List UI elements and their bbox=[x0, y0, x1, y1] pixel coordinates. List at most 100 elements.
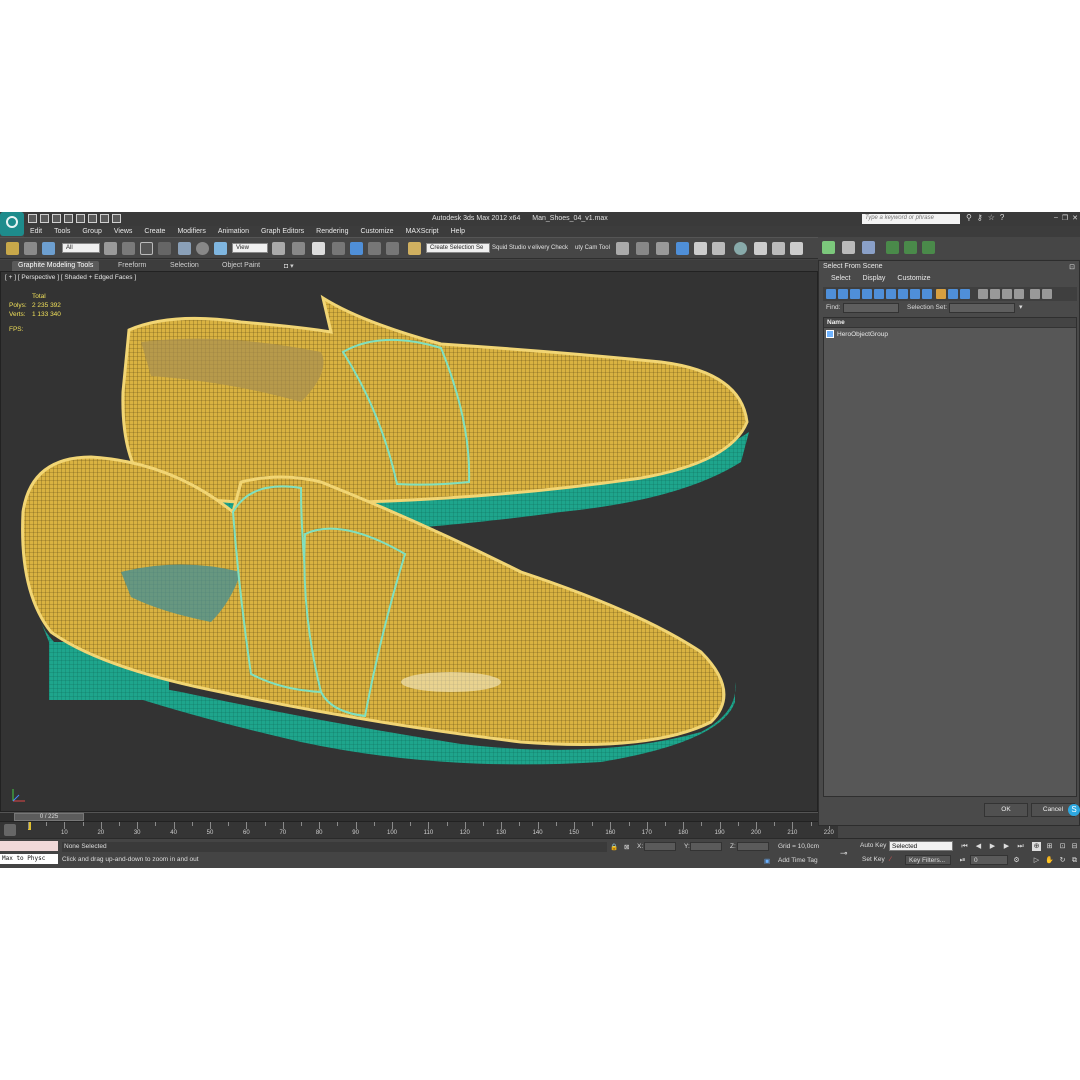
xref-icon[interactable] bbox=[862, 241, 875, 254]
time-config-icon[interactable]: ⚙ bbox=[1012, 856, 1021, 865]
display-cameras-icon[interactable] bbox=[862, 289, 872, 299]
menu-create[interactable]: Create bbox=[138, 226, 171, 237]
project-folder-icon[interactable] bbox=[88, 214, 97, 223]
ribbon-options-icon[interactable]: ◘ ▾ bbox=[278, 261, 300, 271]
filter-options-icon[interactable] bbox=[1042, 289, 1052, 299]
zoom-all-icon[interactable]: ⊞ bbox=[1045, 842, 1054, 851]
zoom-extents-all-icon[interactable]: ⊟ bbox=[1070, 842, 1079, 851]
reference-coordinate-dropdown[interactable]: View bbox=[232, 243, 268, 253]
trackbar[interactable]: 10 20 30 40 50 60 70 80 90 100 110 120 130 140 150 160 1… bbox=[0, 821, 848, 838]
z-coordinate-field[interactable] bbox=[737, 842, 769, 851]
menu-customize[interactable]: Customize bbox=[354, 226, 399, 237]
container-icon[interactable] bbox=[842, 241, 855, 254]
display-xrefs-icon[interactable] bbox=[910, 289, 920, 299]
go-to-end-icon[interactable]: ⏭ bbox=[1016, 842, 1025, 851]
sync-selection-icon[interactable] bbox=[1014, 289, 1024, 299]
time-tag-icon[interactable]: ▣ bbox=[764, 857, 770, 865]
mini-curve-editor-icon[interactable] bbox=[4, 824, 16, 836]
ok-button[interactable]: OK bbox=[984, 803, 1028, 817]
window-crossing-icon[interactable] bbox=[158, 242, 171, 255]
rotate-icon[interactable] bbox=[196, 242, 209, 255]
scale-icon[interactable] bbox=[214, 242, 227, 255]
scene-explorer-icon[interactable] bbox=[822, 241, 835, 254]
maxscript-listener-output[interactable] bbox=[0, 841, 58, 851]
absolute-mode-icon[interactable]: ⊠ bbox=[624, 843, 629, 851]
plugin-squid-label[interactable]: Squid Studio v bbox=[492, 245, 531, 251]
star-icon[interactable]: ☆ bbox=[988, 213, 995, 222]
align-icon[interactable] bbox=[636, 242, 649, 255]
display-helpers-icon[interactable] bbox=[874, 289, 884, 299]
menu-edit[interactable]: Edit bbox=[24, 226, 48, 237]
select-manipulate-icon[interactable] bbox=[292, 242, 305, 255]
filter-icon[interactable] bbox=[1030, 289, 1040, 299]
perspective-viewport[interactable]: [ + ] [ Perspective ] [ Shaded + Edged F… bbox=[0, 271, 818, 812]
zoom-extents-icon[interactable]: ⊡ bbox=[1058, 842, 1067, 851]
bind-space-warp-icon[interactable] bbox=[42, 242, 55, 255]
dialog-menu-customize[interactable]: Customize bbox=[891, 275, 936, 282]
viewport-label[interactable]: [ + ] [ Perspective ] [ Shaded + Edged F… bbox=[5, 274, 136, 281]
binoculars-icon[interactable]: ⚲ bbox=[966, 213, 972, 222]
app-logo-icon[interactable] bbox=[0, 212, 24, 236]
graphite-toggle-icon[interactable] bbox=[676, 242, 689, 255]
help-search-input[interactable]: Type a keyword or phrase bbox=[862, 214, 960, 224]
plugin-beauty-cam-label[interactable]: uty Cam Tool bbox=[575, 245, 610, 251]
display-invert-icon[interactable] bbox=[960, 289, 970, 299]
maxscript-listener-input[interactable]: Max to Physc bbox=[0, 854, 58, 864]
selection-set-chevron-icon[interactable]: ▾ bbox=[1019, 303, 1023, 311]
link-icon[interactable] bbox=[6, 242, 19, 255]
dialog-close-icon[interactable]: ⊡ bbox=[1069, 263, 1075, 271]
pan-icon[interactable]: ✋ bbox=[1045, 856, 1054, 865]
keyboard-shortcut-icon[interactable] bbox=[312, 242, 325, 255]
undo-icon[interactable] bbox=[64, 214, 73, 223]
next-frame-icon[interactable]: ▶ bbox=[1002, 842, 1011, 851]
help-icon[interactable]: ? bbox=[1000, 213, 1004, 222]
skype-icon[interactable]: S bbox=[1068, 804, 1080, 816]
tab-graphite-modeling-tools[interactable]: Graphite Modeling Tools bbox=[12, 261, 100, 271]
new-file-icon[interactable] bbox=[28, 214, 37, 223]
menu-rendering[interactable]: Rendering bbox=[310, 226, 354, 237]
display-space-warps-icon[interactable] bbox=[886, 289, 896, 299]
material-editor-icon[interactable] bbox=[734, 242, 747, 255]
zoom-icon[interactable]: ⊕ bbox=[1032, 842, 1041, 851]
selection-filter-dropdown[interactable]: All bbox=[62, 243, 100, 253]
save-file-icon[interactable] bbox=[52, 214, 61, 223]
orbit-icon[interactable]: ↻ bbox=[1058, 856, 1067, 865]
select-by-name-icon[interactable] bbox=[122, 242, 135, 255]
plugin-tool-icon-2[interactable] bbox=[904, 241, 917, 254]
pivot-center-icon[interactable] bbox=[272, 242, 285, 255]
time-slider[interactable]: 0 / 225 bbox=[0, 812, 818, 821]
angle-snap-icon[interactable] bbox=[350, 242, 363, 255]
layer-manager-icon[interactable] bbox=[656, 242, 669, 255]
edit-named-selection-icon[interactable] bbox=[408, 242, 421, 255]
selection-set-dropdown[interactable] bbox=[949, 303, 1015, 313]
fov-icon[interactable]: ▷ bbox=[1032, 856, 1041, 865]
close-icon[interactable]: ✕ bbox=[1072, 214, 1078, 222]
menu-views[interactable]: Views bbox=[108, 226, 139, 237]
set-key-button[interactable]: Set Key bbox=[862, 856, 885, 863]
plugin-delivery-check-label[interactable]: elivery Check bbox=[532, 245, 568, 251]
display-geometry-icon[interactable] bbox=[826, 289, 836, 299]
minimize-icon[interactable]: – bbox=[1054, 214, 1058, 222]
plugin-tool-icon-1[interactable] bbox=[886, 241, 899, 254]
display-bones-icon[interactable] bbox=[922, 289, 932, 299]
play-icon[interactable]: ▶ bbox=[988, 842, 997, 851]
redo-icon[interactable] bbox=[76, 214, 85, 223]
restore-icon[interactable]: ❐ bbox=[1062, 214, 1068, 222]
scene-object-list[interactable]: Name HeroObjectGroup bbox=[823, 317, 1077, 797]
display-shapes-icon[interactable] bbox=[838, 289, 848, 299]
rendered-frame-window-icon[interactable] bbox=[772, 242, 785, 255]
percent-snap-icon[interactable] bbox=[368, 242, 381, 255]
time-slider-thumb[interactable]: 0 / 225 bbox=[14, 813, 84, 821]
display-none-icon[interactable] bbox=[948, 289, 958, 299]
key-filters-button[interactable]: Key Filters... bbox=[905, 855, 951, 865]
display-all-icon[interactable] bbox=[936, 289, 946, 299]
dialog-menu-select[interactable]: Select bbox=[825, 275, 856, 282]
snaps-toggle-icon[interactable] bbox=[332, 242, 345, 255]
curve-editor-icon[interactable] bbox=[694, 242, 707, 255]
find-input[interactable] bbox=[843, 303, 899, 313]
window-icon[interactable] bbox=[100, 214, 109, 223]
select-object-icon[interactable] bbox=[104, 242, 117, 255]
menu-graph-editors[interactable]: Graph Editors bbox=[255, 226, 310, 237]
menu-maxscript[interactable]: MAXScript bbox=[400, 226, 445, 237]
tab-object-paint[interactable]: Object Paint bbox=[216, 261, 266, 271]
